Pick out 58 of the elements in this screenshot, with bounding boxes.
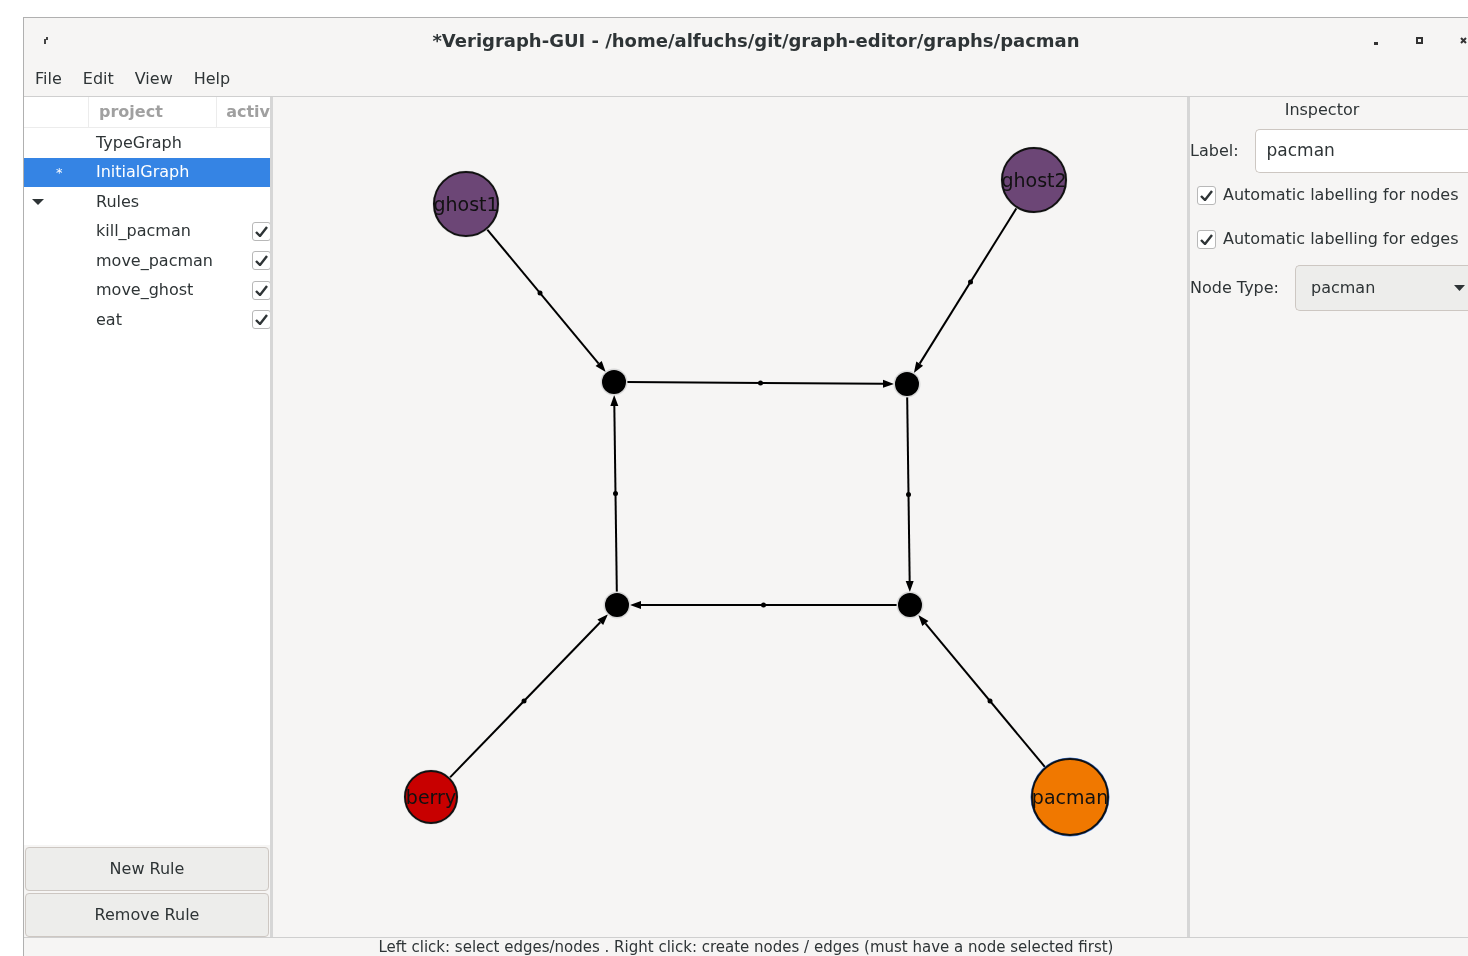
graph-point[interactable] — [603, 591, 631, 619]
close-icon[interactable] — [1460, 37, 1467, 44]
check-icon — [255, 284, 268, 296]
tree-row[interactable]: move_pacman — [24, 246, 270, 276]
tree-label: Rules — [96, 190, 140, 213]
tree-label: move_ghost — [96, 279, 194, 302]
edge-arrow[interactable] — [630, 601, 899, 609]
expander-icon[interactable] — [32, 197, 44, 206]
tree-label: move_pacman — [96, 249, 213, 272]
tree-row[interactable]: kill_pacman — [24, 216, 270, 246]
checkbox[interactable] — [1197, 185, 1216, 205]
check-icon — [255, 255, 268, 267]
graph-point[interactable] — [896, 591, 924, 619]
menu-item[interactable]: File — [35, 67, 62, 91]
edge-arrow[interactable] — [485, 227, 606, 372]
field-label: Label: — [1190, 140, 1239, 162]
edge-arrow[interactable] — [913, 206, 1019, 373]
window-title: *Verigraph-GUI - /home/alfuchs/git/graph-editor/graphs/pacman — [431, 28, 1080, 53]
check-icon — [255, 225, 268, 237]
checkbox[interactable] — [252, 221, 270, 241]
tree-label: eat — [96, 308, 122, 331]
label-field[interactable]: pacman — [1254, 129, 1468, 173]
node-type-dropdown[interactable]: pacman — [1295, 265, 1468, 311]
menu-item[interactable]: Edit — [82, 67, 114, 91]
check-icon — [1200, 233, 1213, 245]
tree-row[interactable]: eat — [24, 305, 270, 335]
checkbox-label: Automatic labelling for edges — [1223, 228, 1459, 250]
checkbox-label: Automatic labelling for nodes — [1223, 184, 1459, 206]
inspector-title: Inspector — [1283, 99, 1361, 121]
edge-arrow[interactable] — [610, 395, 619, 594]
tree-row[interactable]: TypeGraph — [24, 128, 270, 158]
edge-arrow[interactable] — [905, 395, 914, 592]
tree-label: TypeGraph — [96, 131, 182, 154]
menu-item[interactable]: Help — [193, 67, 231, 91]
checkbox[interactable] — [252, 251, 270, 271]
field-label: Node Type: — [1190, 277, 1279, 299]
rule-button[interactable]: New Rule — [25, 847, 269, 891]
tree-row[interactable]: Rules — [24, 187, 270, 217]
dropdown-caret-icon — [1454, 285, 1465, 291]
tree-label: kill_pacman — [96, 220, 191, 243]
check-icon — [1200, 189, 1213, 201]
modified-marker: * — [56, 163, 63, 182]
checkbox[interactable] — [252, 280, 270, 300]
menu-item[interactable]: View — [134, 67, 173, 91]
check-icon — [255, 314, 268, 326]
tree-row[interactable]: * InitialGraph — [24, 157, 270, 187]
graph-point[interactable] — [893, 370, 921, 398]
status-bar-text: Left click: select edges/nodes . Right click: create nodes / edges (must have a node selected first) — [378, 938, 1114, 956]
maximize-icon[interactable] — [1416, 37, 1423, 44]
edge-arrow[interactable] — [625, 379, 894, 388]
graph-node[interactable]: pacman — [1030, 757, 1110, 837]
rule-button[interactable]: Remove Rule — [25, 893, 269, 937]
graph-point[interactable] — [600, 368, 628, 396]
tree-label: InitialGraph — [96, 161, 190, 184]
tree-row[interactable]: move_ghost — [24, 275, 270, 305]
checkbox[interactable] — [252, 310, 270, 330]
checkbox[interactable] — [1197, 229, 1216, 249]
app-icon — [44, 36, 48, 44]
